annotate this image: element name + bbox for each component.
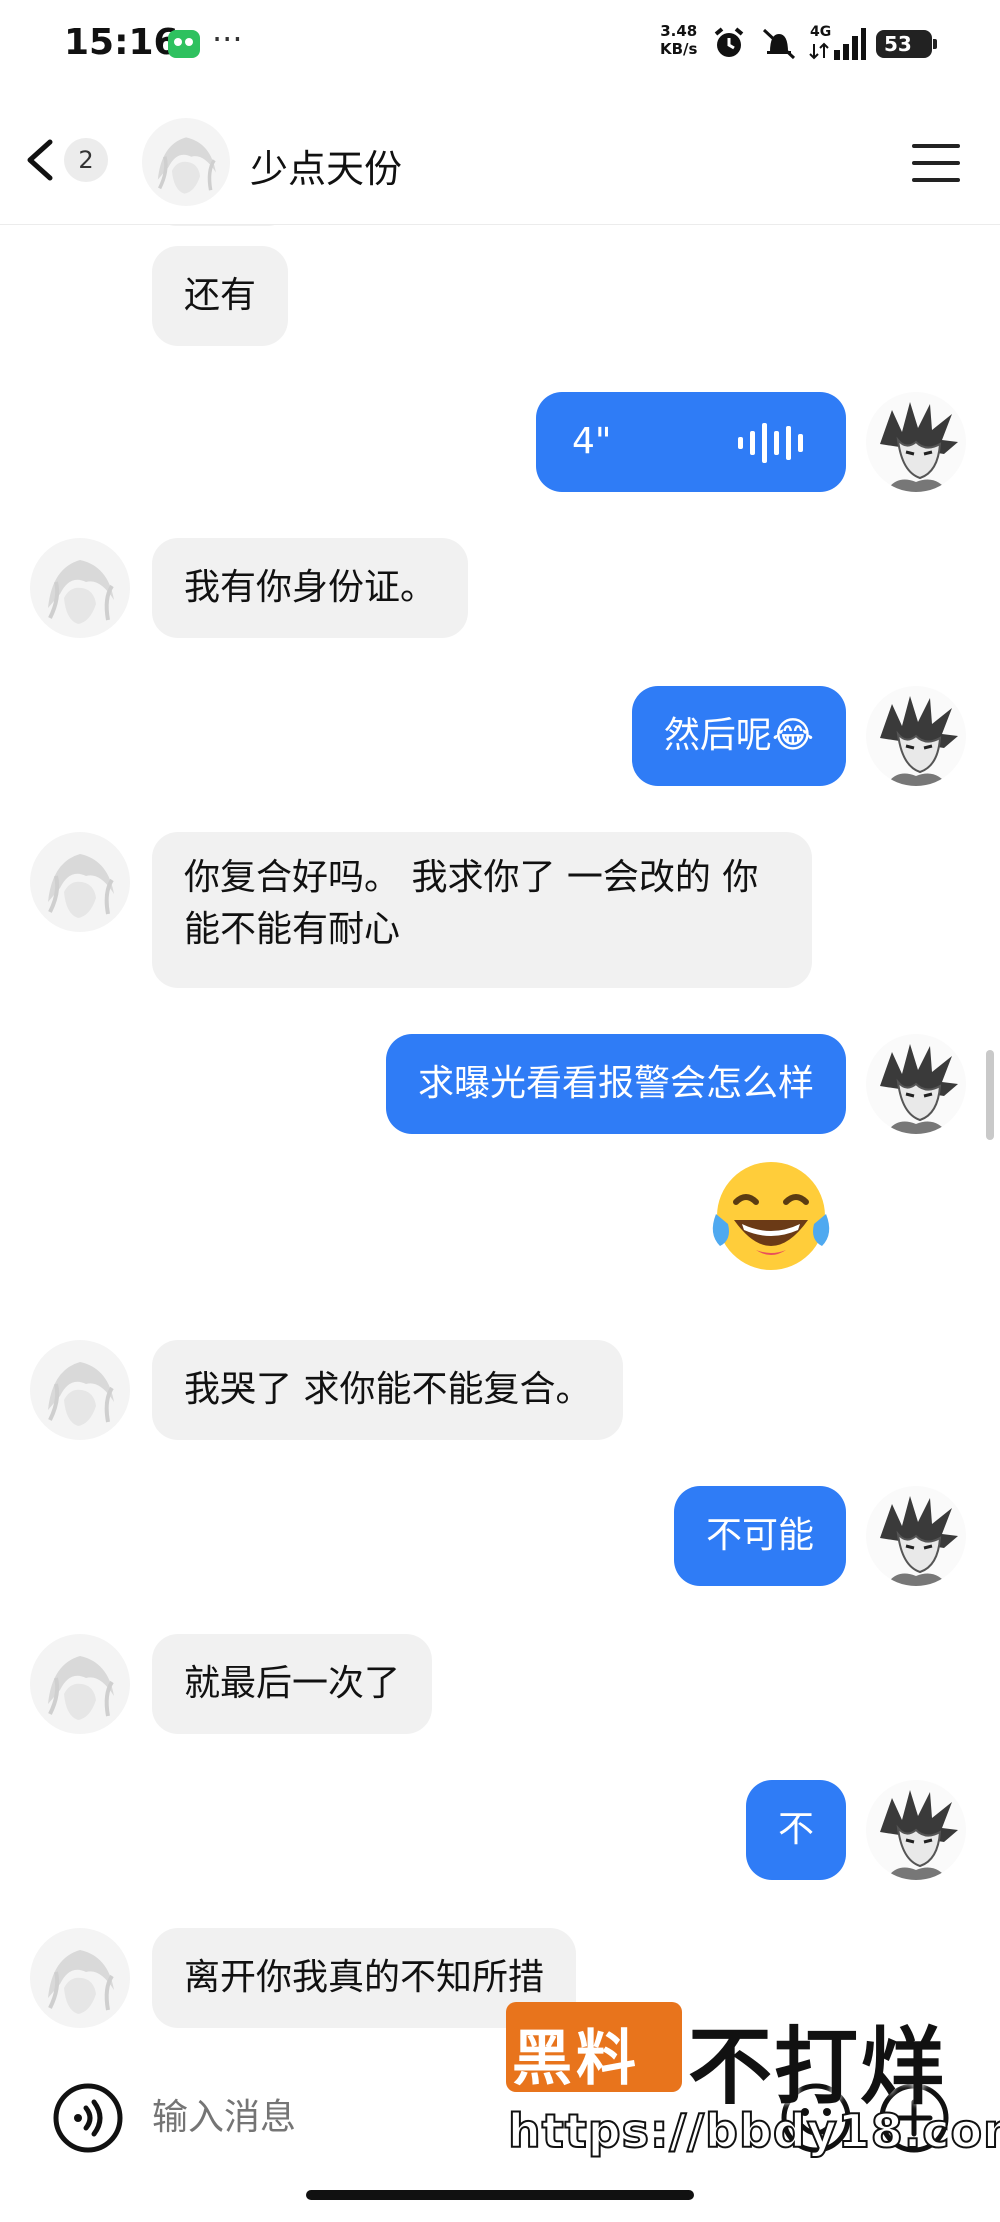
message-bubble[interactable]: 你复合好吗。 我求你了 一会改的 你能不能有耐心 <box>152 832 812 988</box>
message-bubble[interactable]: 我哭了 求你能不能复合。 <box>152 1340 624 1440</box>
chat-header: 2 少点天份 <box>0 90 1000 225</box>
mute-icon <box>762 28 796 60</box>
unread-count-badge[interactable]: 2 <box>64 138 108 182</box>
watermark-logo-text: 黑料 <box>512 2024 640 2094</box>
message-bubble[interactable]: 不可能 <box>673 1486 846 1586</box>
message-bubble[interactable]: 就最后一次了 <box>152 1634 433 1734</box>
contact-avatar[interactable] <box>30 1634 130 1734</box>
home-indicator[interactable] <box>306 2190 694 2200</box>
contact-avatar[interactable] <box>142 118 230 206</box>
tears-of-joy-emoji-icon[interactable] <box>706 1154 836 1284</box>
watermark-text: 不打烊 <box>688 2018 947 2116</box>
voice-duration: 4" <box>572 421 612 462</box>
wechat-icon <box>168 30 200 58</box>
my-avatar[interactable] <box>866 1780 966 1880</box>
message-bubble[interactable]: 然后呢😂 <box>631 686 846 786</box>
my-avatar[interactable] <box>866 686 966 786</box>
message-bubble[interactable]: 还有 <box>152 246 289 346</box>
message-bubble[interactable]: 求曝光看看报警会怎么样 <box>385 1034 846 1134</box>
network-speed-unit: KB/s <box>660 40 698 58</box>
scrollbar[interactable] <box>986 1050 994 1140</box>
network-speed-value: 3.48 <box>660 22 698 40</box>
menu-icon[interactable] <box>912 144 960 182</box>
voice-message-bubble[interactable]: 4" <box>536 392 846 492</box>
signal-icon: 4G <box>809 24 866 60</box>
my-avatar[interactable] <box>866 1486 966 1586</box>
network-speed: 3.48 KB/s <box>660 22 697 58</box>
contact-avatar[interactable] <box>30 1340 130 1440</box>
battery-indicator: 53 <box>876 30 937 58</box>
contact-avatar[interactable] <box>30 1928 130 2028</box>
my-avatar[interactable] <box>866 392 966 492</box>
status-time: 15:16 <box>64 22 179 63</box>
status-bar: 15:16 ··· 3.48 KB/s 4G 53 <box>0 0 1000 90</box>
alarm-icon <box>714 27 744 57</box>
contact-avatar[interactable] <box>30 538 130 638</box>
message-bubble[interactable]: 我有你身份证。 <box>152 538 469 638</box>
contact-avatar[interactable] <box>30 832 130 932</box>
message-bubble[interactable]: 不 <box>745 1780 846 1880</box>
watermark-url: https://bbdy18.com <box>507 2103 1000 2159</box>
voice-wave-icon <box>738 423 803 463</box>
more-notifications-icon: ··· <box>212 20 243 58</box>
network-type: 4G <box>810 24 831 40</box>
my-avatar[interactable] <box>866 1034 966 1134</box>
back-icon[interactable] <box>20 136 60 184</box>
voice-input-icon[interactable] <box>50 2080 126 2156</box>
contact-name: 少点天份 <box>250 147 403 191</box>
